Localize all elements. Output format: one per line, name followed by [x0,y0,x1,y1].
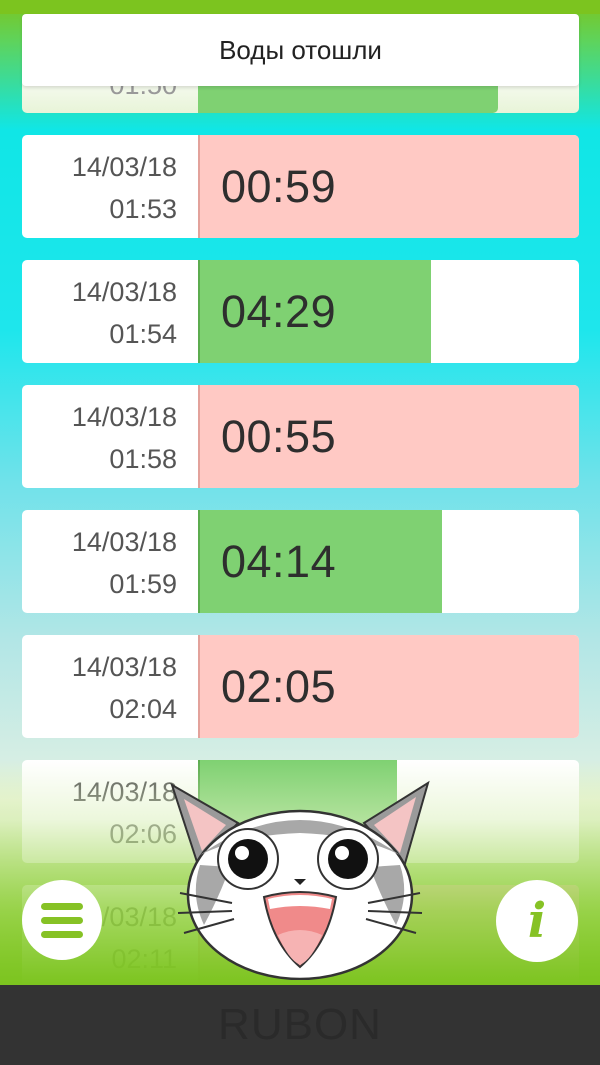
row-date: 14/03/18 [71,277,177,307]
row-time: 02:06 [109,819,177,849]
info-button[interactable]: i [496,880,578,962]
list-item[interactable]: 14/03/18 01:59 04:14 [22,510,579,613]
info-icon: i [527,893,547,949]
cat-mascot-icon[interactable] [160,775,440,980]
row-date: 14/03/18 [71,402,177,432]
page-title: Воды отошли [219,34,382,65]
footer-text: RUBON [218,1000,382,1049]
list-item[interactable]: 14/03/18 01:54 04:29 [22,260,579,363]
row-date: 14/03/18 [71,777,177,807]
list-item[interactable]: 14/03/18 01:53 00:59 [22,135,579,238]
row-datetime: 14/03/18 01:53 [22,135,198,238]
header-title-button[interactable]: Воды отошли [22,14,579,86]
row-duration: 04:29 [221,286,337,337]
row-datetime: 14/03/18 01:59 [22,510,198,613]
row-datetime: 14/03/18 02:04 [22,635,198,738]
row-time: 01:59 [109,569,177,599]
row-duration: 00:59 [221,161,337,212]
row-time: 02:04 [109,694,177,724]
list-item[interactable]: 14/03/18 01:58 00:55 [22,385,579,488]
row-date: 14/03/18 [71,152,177,182]
list-item[interactable]: 14/03/18 02:04 02:05 [22,635,579,738]
ad-banner-footer[interactable]: RUBON [0,985,600,1065]
menu-button[interactable] [22,880,102,960]
row-duration: 04:14 [221,536,337,587]
row-datetime: 14/03/18 01:54 [22,260,198,363]
hamburger-menu-icon [41,902,83,910]
row-time: 01:54 [109,319,177,349]
row-date: 14/03/18 [71,527,177,557]
row-duration: 02:05 [221,661,337,712]
hamburger-menu-icon-line [41,916,83,924]
row-time: 01:58 [109,444,177,474]
hamburger-menu-icon-line [41,930,83,938]
row-datetime: 14/03/18 01:58 [22,385,198,488]
row-date: 14/03/18 [71,652,177,682]
row-time: 01:53 [109,194,177,224]
row-duration: 00:55 [221,411,337,462]
